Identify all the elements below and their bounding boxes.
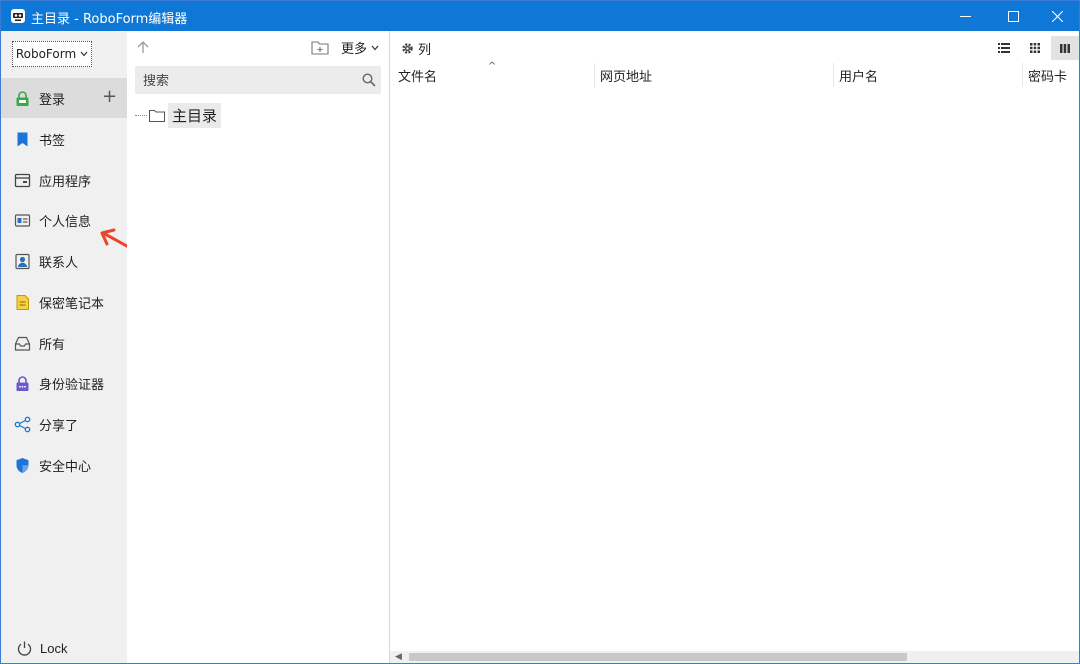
sidebar-item-security-center[interactable]: 安全中心	[1, 445, 127, 485]
bookmark-icon	[17, 132, 28, 147]
gear-icon	[402, 43, 413, 54]
inbox-all-icon	[14, 336, 31, 351]
power-icon	[17, 641, 32, 656]
new-folder-icon[interactable]	[311, 39, 329, 55]
column-header-row: 文件名 ^ 网页地址 用户名 密码卡	[390, 61, 1079, 87]
close-icon	[1051, 10, 1063, 22]
lock-button[interactable]: Lock	[1, 631, 127, 663]
share-icon	[14, 416, 31, 433]
application-icon	[14, 173, 31, 188]
sidebar-item-label: 保密笔记本	[39, 297, 105, 312]
identity-card-icon	[14, 214, 31, 227]
sidebar-item-label: 应用程序	[39, 175, 92, 190]
authenticator-icon	[16, 376, 29, 391]
minimize-button[interactable]	[942, 1, 988, 31]
horizontal-scrollbar[interactable]: ◀	[390, 651, 1079, 663]
up-arrow-icon[interactable]	[136, 40, 150, 54]
column-header-filename[interactable]: 文件名	[398, 66, 437, 85]
lock-label: Lock	[40, 641, 68, 656]
close-button[interactable]	[1034, 1, 1079, 31]
columns-button[interactable]: 列	[401, 39, 431, 58]
more-label: 更多	[341, 42, 368, 57]
sidebar-item-shared[interactable]: 分享了	[1, 404, 127, 444]
tree-node-root[interactable]: 主目录	[135, 103, 222, 128]
lock-login-icon	[16, 91, 29, 106]
sidebar-item-all[interactable]: 所有	[1, 323, 127, 363]
column-view-icon	[1060, 43, 1070, 53]
sidebar-item-safenotes[interactable]: 保密笔记本	[1, 282, 127, 322]
column-header-passcard[interactable]: 密码卡	[1028, 66, 1067, 85]
search-input[interactable]	[135, 66, 365, 96]
column-header-url[interactable]: 网页地址	[600, 66, 652, 85]
roboform-app-icon	[11, 9, 25, 23]
security-shield-icon	[16, 458, 29, 473]
folder-icon	[149, 110, 165, 122]
sort-ascending-icon: ^	[488, 61, 497, 72]
add-login-plus-icon[interactable]: +	[102, 86, 117, 107]
search-icon[interactable]	[362, 73, 376, 87]
column-divider[interactable]	[594, 63, 595, 87]
item-list-panel: 列 文件名 ^ 网页地址 用户名 密码卡 ◀	[390, 31, 1079, 663]
sidebar-item-label: 分享了	[39, 419, 79, 434]
sidebar-item-label: 身份验证器	[39, 378, 105, 393]
sidebar-item-label: 书签	[39, 134, 66, 149]
maximize-icon	[1007, 10, 1019, 22]
column-view-button[interactable]	[1051, 36, 1079, 60]
search-box	[135, 66, 381, 96]
contact-icon	[15, 253, 30, 270]
roboform-editor-window: 主目录 - RoboForm编辑器 RoboForm 登录 + 书签 应用程序 …	[0, 0, 1080, 664]
sidebar-item-label: 个人信息	[39, 215, 92, 230]
sidebar-item-bookmarks[interactable]: 书签	[1, 119, 127, 159]
profile-dropdown-button[interactable]: RoboForm	[12, 41, 92, 67]
chevron-down-icon	[371, 45, 379, 50]
sidebar: RoboForm 登录 + 书签 应用程序 个人信息 联系人 保密笔记本 所有 …	[1, 31, 127, 663]
sidebar-item-label: 登录	[39, 93, 66, 108]
safenote-icon	[16, 295, 29, 310]
list-view-button[interactable]	[990, 36, 1018, 60]
minimize-icon	[959, 15, 971, 17]
scrollbar-thumb[interactable]	[409, 653, 907, 661]
grid-view-button[interactable]	[1021, 36, 1049, 60]
sidebar-item-label: 所有	[39, 338, 66, 353]
column-header-username[interactable]: 用户名	[839, 66, 878, 85]
tree-root-label: 主目录	[168, 103, 222, 128]
maximize-button[interactable]	[990, 1, 1036, 31]
sidebar-item-logins[interactable]: 登录 +	[1, 78, 127, 118]
profile-button-label: RoboForm	[15, 47, 77, 61]
window-title: 主目录 - RoboForm编辑器	[31, 12, 188, 27]
scroll-left-arrow-icon[interactable]: ◀	[395, 652, 402, 662]
chevron-down-icon	[80, 51, 88, 57]
sidebar-item-applications[interactable]: 应用程序	[1, 160, 127, 200]
folder-tree-panel: 更多 主目录	[127, 31, 390, 663]
grid-view-icon	[1030, 43, 1040, 53]
sidebar-item-label: 联系人	[39, 256, 79, 271]
tree-connector	[135, 115, 147, 116]
column-divider[interactable]	[833, 63, 834, 87]
column-divider[interactable]	[1022, 63, 1023, 87]
more-menu-button[interactable]: 更多	[341, 38, 379, 57]
title-bar: 主目录 - RoboForm编辑器	[1, 1, 1079, 31]
list-view-icon	[998, 43, 1010, 53]
columns-label: 列	[418, 43, 432, 58]
sidebar-item-authenticator[interactable]: 身份验证器	[1, 363, 127, 403]
sidebar-item-label: 安全中心	[39, 460, 92, 475]
